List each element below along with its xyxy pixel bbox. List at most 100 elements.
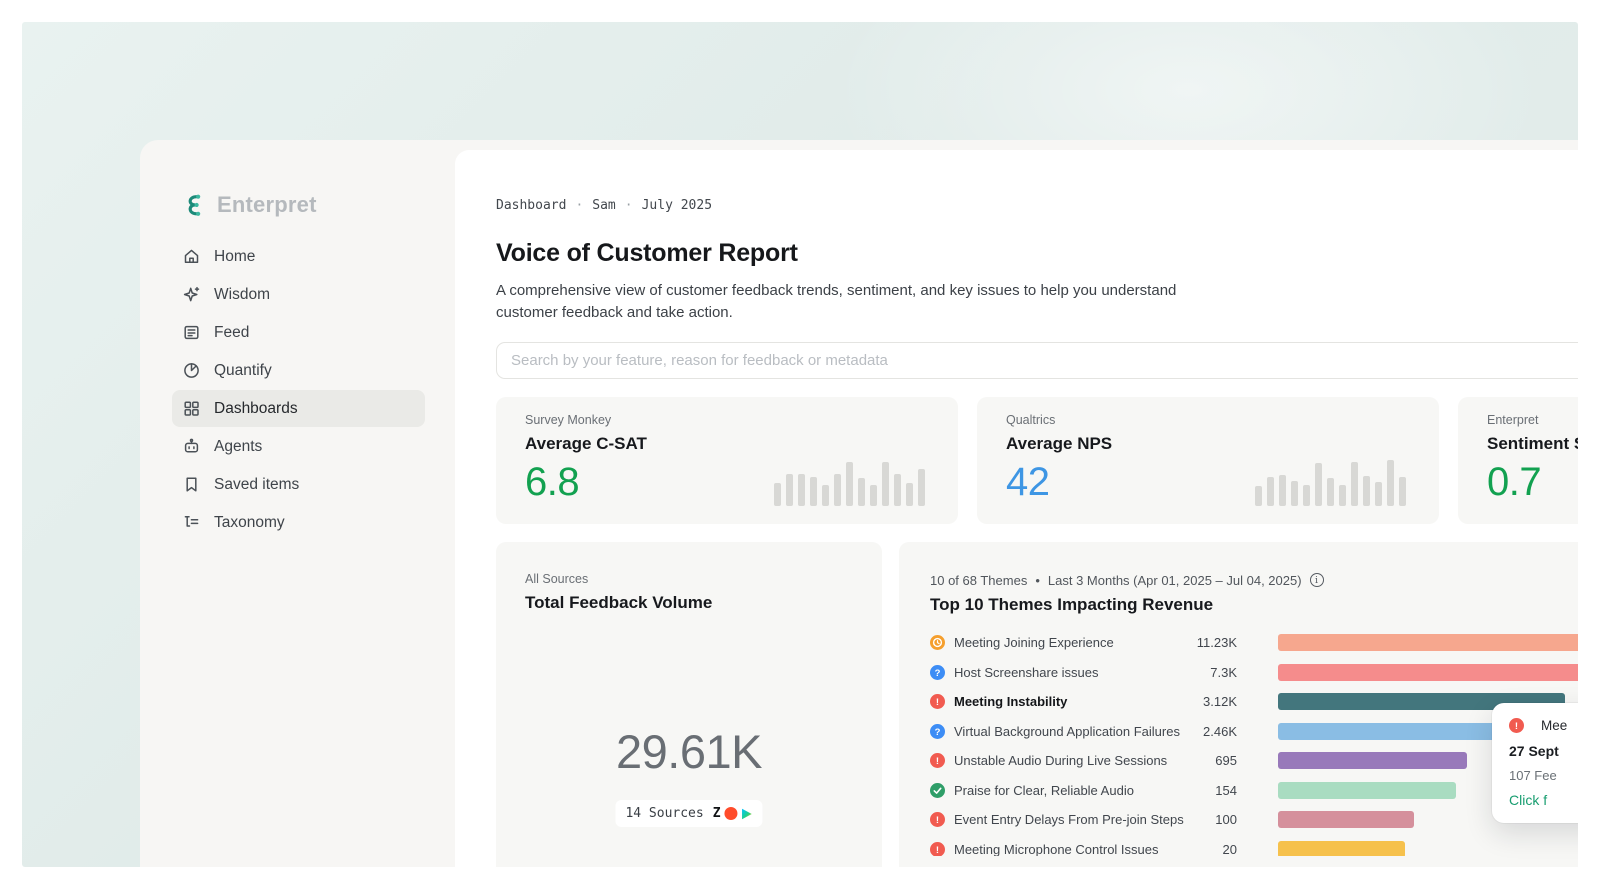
theme-row-meeting-joining-experience[interactable]: Meeting Joining Experience11.23K [930,628,1578,658]
svg-text:!: ! [936,756,939,767]
themes-meta: 10 of 68 Themes • Last 3 Months (Apr 01,… [930,572,1578,588]
sidebar-item-home[interactable]: Home [172,238,425,275]
sidebar-item-label: Wisdom [214,286,270,304]
theme-bar[interactable] [1278,841,1405,856]
themes-title: Top 10 Themes Impacting Revenue [930,595,1578,615]
positive-check-icon [930,783,945,798]
alert-icon: ! [930,694,945,709]
card-title: Sentiment S [1487,434,1578,454]
theme-value: 695 [1189,753,1237,768]
brand: Enterpret [180,190,455,220]
theme-value: 3.12K [1189,694,1237,709]
total-feedback-volume-card: All Sources Total Feedback Volume 29.61K… [496,542,882,867]
theme-bar[interactable] [1278,752,1467,769]
sidebar-item-dashboards[interactable]: Dashboards [172,390,425,427]
card-source-label: All Sources [525,572,882,586]
brand-name: Enterpret [217,192,317,218]
sidebar-item-feed[interactable]: Feed [172,314,425,351]
sidebar-item-saved-items[interactable]: Saved items [172,466,425,503]
theme-row-host-screenshare-issues[interactable]: ?Host Screenshare issues7.3K [930,658,1578,688]
svg-text:!: ! [936,697,939,708]
home-icon [182,247,201,266]
sources-badge[interactable]: 14 Sources Z [615,800,762,827]
card-source-label: Qualtrics [1006,413,1439,427]
theme-label: Event Entry Delays From Pre-join Steps [954,812,1189,827]
breadcrumb-separator: · [625,198,633,213]
theme-label: Virtual Background Application Failures [954,724,1189,739]
sidebar-item-label: Agents [214,438,262,456]
theme-row-meeting-instability[interactable]: !Meeting Instability3.12K [930,687,1578,717]
themes-card: 10 of 68 Themes • Last 3 Months (Apr 01,… [899,542,1578,867]
sidebar-item-wisdom[interactable]: Wisdom [172,276,425,313]
breadcrumb-separator: · [575,198,583,213]
app-window: Enterpret Home Wisdom Feed Quantify Dashboar… [140,140,1578,867]
tooltip-theme-name: Mee [1541,718,1567,733]
theme-bar[interactable] [1278,782,1456,799]
svg-text:!: ! [936,815,939,826]
trend-sparkline [774,458,925,506]
card-title: Total Feedback Volume [525,593,882,613]
theme-value: 11.23K [1189,635,1237,650]
taxonomy-icon [182,513,201,532]
sidebar-item-label: Saved items [214,476,299,494]
total-feedback-volume-value: 29.61K [496,724,882,779]
theme-row-meeting-microphone-control-issues[interactable]: !Meeting Microphone Control Issues20 [930,835,1578,857]
card-source-label: Survey Monkey [525,413,958,427]
theme-label: Meeting Microphone Control Issues [954,842,1189,856]
theme-bar[interactable] [1278,811,1414,828]
tooltip-date: 27 Sept [1509,743,1578,759]
question-icon: ? [930,665,945,680]
theme-label: Meeting Joining Experience [954,635,1189,650]
theme-value: 7.3K [1189,665,1237,680]
bookmark-icon [182,475,201,494]
theme-tooltip: ! Mee 27 Sept 107 Fee Click f [1492,703,1578,823]
theme-value: 154 [1189,783,1237,798]
svg-text:!: ! [1515,721,1518,732]
theme-value: 100 [1189,812,1237,827]
card-source-label: Enterpret [1487,413,1578,427]
theme-bar[interactable] [1278,723,1506,740]
question-icon: ? [930,724,945,739]
svg-text:?: ? [935,668,941,679]
sidebar-item-quantify[interactable]: Quantify [172,352,425,389]
alert-icon: ! [930,812,945,827]
svg-text:?: ? [935,727,941,738]
sidebar: Enterpret Home Wisdom Feed Quantify Dashboar… [140,140,455,867]
sidebar-item-label: Feed [214,324,249,342]
themes-date-range: Last 3 Months (Apr 01, 2025 – Jul 04, 20… [1048,573,1302,588]
desktop-background: Enterpret Home Wisdom Feed Quantify Dashboar… [22,22,1578,867]
theme-row-unstable-audio-during-live-sessions[interactable]: !Unstable Audio During Live Sessions695 [930,746,1578,776]
card-value: 0.7 [1487,462,1578,502]
theme-bar[interactable] [1278,634,1578,651]
sidebar-item-agents[interactable]: Agents [172,428,425,465]
theme-row-event-entry-delays-from-pre-join-steps[interactable]: ! Event Entry Delays From Pre-join Steps1… [930,805,1578,835]
wisdom-icon [182,285,201,304]
metric-cards-row: Survey MonkeyAverage C-SAT6.8QualtricsAv… [496,397,1578,524]
info-icon[interactable]: i [1310,573,1324,587]
sidebar-item-label: Quantify [214,362,272,380]
sidebar-item-taxonomy[interactable]: Taxonomy [172,504,425,541]
feed-icon [182,323,201,342]
alert-icon: ! [930,753,945,768]
reddit-icon [725,807,738,820]
theme-bar[interactable] [1278,664,1578,681]
tooltip-link[interactable]: Click f [1509,792,1578,808]
breadcrumb-item[interactable]: Dashboard [496,198,566,213]
alert-icon: ! [930,842,945,856]
enterpret-logo-icon [180,192,207,219]
breadcrumb-item[interactable]: Sam [592,198,615,213]
metric-card-average-c-sat: Survey MonkeyAverage C-SAT6.8 [496,397,958,524]
page-title: Voice of Customer Report [496,238,1578,268]
theme-row-praise-for-clear-reliable-audio[interactable]: Praise for Clear, Reliable Audio154 [930,776,1578,806]
source-icons: Z [713,807,753,820]
breadcrumb-item[interactable]: July 2025 [642,198,712,213]
main-panel: Dashboard · Sam · July 2025 Voice of Custome… [455,150,1578,867]
sidebar-item-label: Taxonomy [214,514,285,532]
svg-text:!: ! [936,845,939,856]
theme-row-virtual-background-application-failures[interactable]: ? Virtual Background Application Failures… [930,717,1578,747]
page-description: A comprehensive view of customer feedbac… [496,280,1191,324]
theme-value: 2.46K [1189,724,1237,739]
google-play-icon [742,808,753,820]
alert-icon: ! [1509,718,1524,733]
search-input[interactable] [496,342,1578,379]
